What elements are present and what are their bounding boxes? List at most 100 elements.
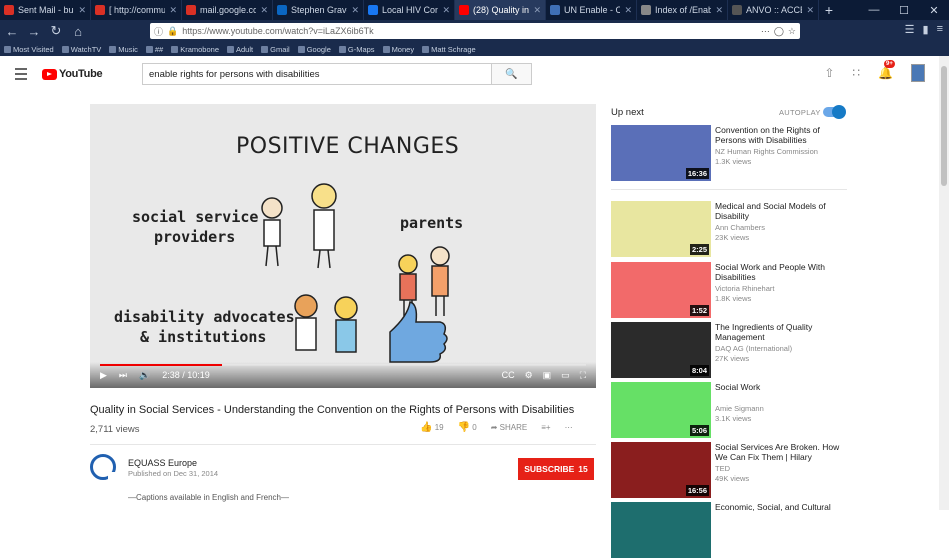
theater-icon[interactable]: ▭ [561,370,570,381]
tab-close-icon[interactable]: ✕ [533,5,541,16]
recommendation-thumbnail[interactable]: 16:56 [611,442,711,498]
browser-tab[interactable]: Index of /Enable ✕ [637,0,728,20]
fullscreen-icon[interactable]: ⛶ [580,370,586,381]
recommendation-title[interactable]: Social Services Are Broken. How We Can F… [715,442,845,462]
add-to-playlist-icon[interactable]: ≡+ [541,423,550,432]
volume-icon[interactable]: 🔊 [139,370,150,381]
tab-close-icon[interactable]: ✕ [806,5,814,16]
page-actions-icon[interactable]: ⋯ [761,26,770,37]
recommendation-title[interactable]: Social Work and People With Disabilities [715,262,845,282]
tab-close-icon[interactable]: ✕ [624,5,632,16]
recommendation-item[interactable]: 8:04 The Ingredients of Quality Managemen… [611,322,911,378]
recommendation-item[interactable]: 2:25 Medical and Social Models of Disabil… [611,201,911,257]
recommendation-item[interactable]: 5:06 Social Work Amie Sigmann 3.1K views [611,382,911,438]
browser-tab[interactable]: Sent Mail - burtsh ✕ [0,0,91,20]
bookmark-label: Music [118,44,138,54]
browser-tab[interactable]: UN Enable - Con ✕ [546,0,637,20]
url-text[interactable]: https://www.youtube.com/watch?v=iLaZX6ib… [182,26,757,36]
recommendation-thumbnail[interactable] [611,502,711,558]
settings-icon[interactable]: ⚙ [525,370,533,381]
browser-tab[interactable]: [ http://communi✕ [91,0,182,20]
close-icon[interactable]: ✕ [919,0,949,20]
upload-icon[interactable]: ⇧ [824,66,834,80]
bookmark-item[interactable]: WatchTV [61,45,101,54]
notifications-icon[interactable]: 🔔 9+ [878,60,895,80]
browser-tab[interactable]: Stephen Graves, S ✕ [273,0,364,20]
avatar[interactable] [911,64,925,82]
tab-close-icon[interactable]: ✕ [260,5,268,16]
bookmark-item[interactable]: Kramobone [171,45,219,54]
more-actions-icon[interactable]: ⋯ [565,423,573,432]
scrollbar-thumb[interactable] [941,66,947,186]
miniplayer-icon[interactable]: ▣ [543,370,552,381]
search-input[interactable]: enable rights for persons with disabilit… [142,63,492,85]
play-icon[interactable]: ▶ [100,370,107,381]
bookmark-item[interactable]: Adult [227,45,253,54]
minimize-icon[interactable]: — [859,0,889,20]
autoplay-toggle[interactable] [823,105,846,119]
recommendation-title[interactable]: Medical and Social Models of Disability [715,201,845,221]
bookmark-item[interactable]: Money [382,45,414,54]
pocket-icon[interactable]: ◯ [774,26,784,37]
tab-close-icon[interactable]: ✕ [78,5,86,16]
captions-icon[interactable]: CC [502,370,515,381]
tab-close-icon[interactable]: ✕ [442,5,450,16]
share-button[interactable]: ➦ SHARE [491,423,528,432]
recommendation-title[interactable]: Convention on the Rights of Persons with… [715,125,845,145]
forward-icon[interactable]: → [26,24,42,39]
browser-tab[interactable]: mail.google.com ✕ [182,0,273,20]
recommendation-thumbnail[interactable]: 1:52 [611,262,711,318]
browser-tab[interactable]: (28) Quality in So✕ [455,0,546,20]
tab-close-icon[interactable]: ✕ [715,5,723,16]
view-count: 2,711 views [90,424,140,435]
bookmark-item[interactable]: G-Maps [338,45,375,54]
bookmark-item[interactable]: Google [297,45,331,54]
tab-close-icon[interactable]: ✕ [351,5,359,16]
recommendation-thumbnail[interactable]: 5:06 [611,382,711,438]
guide-menu-icon[interactable] [15,68,27,83]
subscribe-button[interactable]: SUBSCRIBE 15 [518,458,594,480]
bookmark-icon [227,45,234,53]
bookmark-star-icon[interactable]: ☆ [788,26,796,37]
window-controls: — ☐ ✕ [859,0,949,20]
bookmark-item[interactable]: Most Visited [4,45,54,54]
new-tab-button[interactable]: + [819,0,839,20]
maximize-icon[interactable]: ☐ [889,0,919,20]
recommendation-item[interactable]: 16:56 Social Services Are Broken. How We … [611,442,911,498]
bookmark-item[interactable]: Music [109,45,138,54]
sidebar-icon[interactable]: ▮ [923,23,929,36]
home-icon[interactable]: ⌂ [70,24,86,39]
reload-icon[interactable]: ↻ [48,23,64,39]
menu-icon[interactable]: ≡ [937,23,943,36]
dislike-button[interactable]: 👎 0 [458,422,477,433]
page-scrollbar[interactable] [939,56,949,510]
video-player[interactable]: POSITIVE CHANGES social service provider… [90,104,596,388]
tab-close-icon[interactable]: ✕ [169,5,177,16]
address-bar[interactable]: ⓘ 🔒 https://www.youtube.com/watch?v=iLaZ… [150,23,800,39]
back-icon[interactable]: ← [4,24,20,39]
recommendation-item[interactable]: 16:36 Convention on the Rights of Persons… [611,125,911,181]
recommendation-channel: DAQ AG (International) [715,344,793,353]
recommendation-thumbnail[interactable]: 8:04 [611,322,711,378]
recommendation-item[interactable]: 1:52 Social Work and People With Disabili… [611,262,911,318]
search-button[interactable]: 🔍 [492,63,532,85]
recommendation-title[interactable]: Social Work [715,382,845,392]
info-icon[interactable]: ⓘ [154,25,163,38]
apps-grid-icon[interactable]: ∷ [852,66,860,80]
next-icon[interactable]: ⏭ [119,370,127,381]
channel-avatar[interactable] [90,454,116,480]
recommendation-thumbnail[interactable]: 2:25 [611,201,711,257]
browser-tab[interactable]: Local HIV Commu ✕ [364,0,455,20]
recommendation-thumbnail[interactable]: 16:36 [611,125,711,181]
bookmark-item[interactable]: ## [145,45,163,54]
bookmark-item[interactable]: Gmail [261,45,290,54]
bookmark-item[interactable]: Matt Schrage [422,45,476,54]
recommendation-item[interactable]: Economic, Social, and Cultural [611,502,911,558]
like-button[interactable]: 👍 19 [420,422,444,433]
channel-name[interactable]: EQUASS Europe [128,458,197,468]
youtube-logo[interactable]: YouTube [42,68,103,80]
recommendation-title[interactable]: Economic, Social, and Cultural [715,502,845,512]
browser-tab[interactable]: ANVO :: ACCEPT ✕ [728,0,819,20]
recommendation-title[interactable]: The Ingredients of Quality Management [715,322,845,342]
library-icon[interactable]: ☰ [905,23,915,36]
